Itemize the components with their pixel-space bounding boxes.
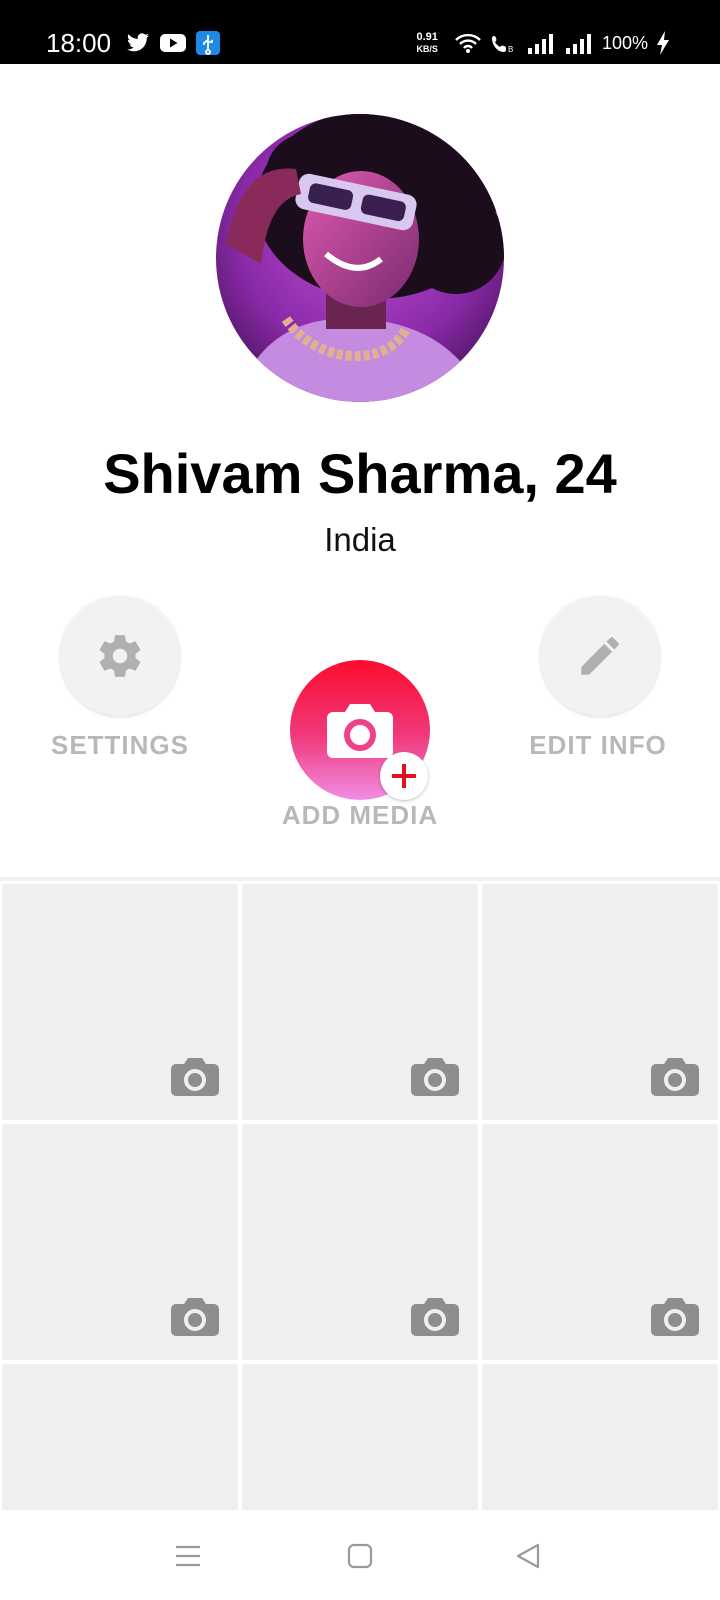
profile-location: India <box>324 521 396 558</box>
home-icon[interactable] <box>346 1542 374 1570</box>
charging-icon <box>657 31 669 55</box>
network-speed: 0.91 KB/S <box>416 31 438 55</box>
media-slot[interactable] <box>482 1124 718 1360</box>
status-bar: 18:00 0.91 KB/S B 100% <box>0 0 720 64</box>
settings-button[interactable] <box>60 596 180 716</box>
back-icon[interactable] <box>514 1542 542 1570</box>
profile-avatar[interactable] <box>216 114 504 402</box>
edit-info-button[interactable] <box>540 596 660 716</box>
status-time: 18:00 <box>46 28 112 58</box>
media-slot[interactable] <box>482 884 718 1120</box>
camera-icon <box>651 1298 699 1336</box>
camera-icon <box>171 1298 219 1336</box>
wifi-calling-icon: B <box>491 36 513 54</box>
media-slot[interactable] <box>2 884 238 1120</box>
camera-icon <box>651 1058 699 1096</box>
media-slot[interactable] <box>2 1124 238 1360</box>
profile-name: Shivam Sharma, 24 <box>103 442 617 505</box>
battery-percent: 100% <box>601 32 648 53</box>
camera-icon <box>327 704 393 758</box>
status-notification-icons <box>126 31 220 55</box>
signal-icon-2 <box>565 34 591 54</box>
camera-icon <box>171 1058 219 1096</box>
pencil-icon <box>581 637 619 675</box>
youtube-icon <box>160 34 186 52</box>
status-system-icons: 0.91 KB/S B 100% <box>416 31 670 55</box>
settings-label: SETTINGS <box>50 730 189 760</box>
network-speed-unit: KB/S <box>416 44 438 54</box>
menu-icon[interactable] <box>174 1542 202 1570</box>
media-slot[interactable] <box>482 1364 718 1510</box>
signal-icon <box>527 34 553 54</box>
add-media-plus-badge[interactable] <box>380 752 428 800</box>
section-divider <box>0 877 720 881</box>
network-speed-value: 0.91 <box>416 31 438 43</box>
camera-icon <box>411 1058 459 1096</box>
gear-icon <box>99 635 141 677</box>
add-media-label: ADD MEDIA <box>281 800 439 830</box>
media-slot[interactable] <box>2 1364 238 1510</box>
twitter-icon <box>127 33 149 52</box>
edit-info-label: EDIT INFO <box>529 730 667 760</box>
system-nav-bar <box>0 1510 720 1600</box>
wifi-icon <box>455 33 481 53</box>
plus-icon <box>392 764 416 788</box>
media-slot[interactable] <box>242 884 478 1120</box>
media-slot[interactable] <box>242 1124 478 1360</box>
svg-text:B: B <box>508 45 513 54</box>
camera-icon <box>411 1298 459 1336</box>
media-slot[interactable] <box>242 1364 478 1510</box>
usb-icon <box>196 31 220 55</box>
